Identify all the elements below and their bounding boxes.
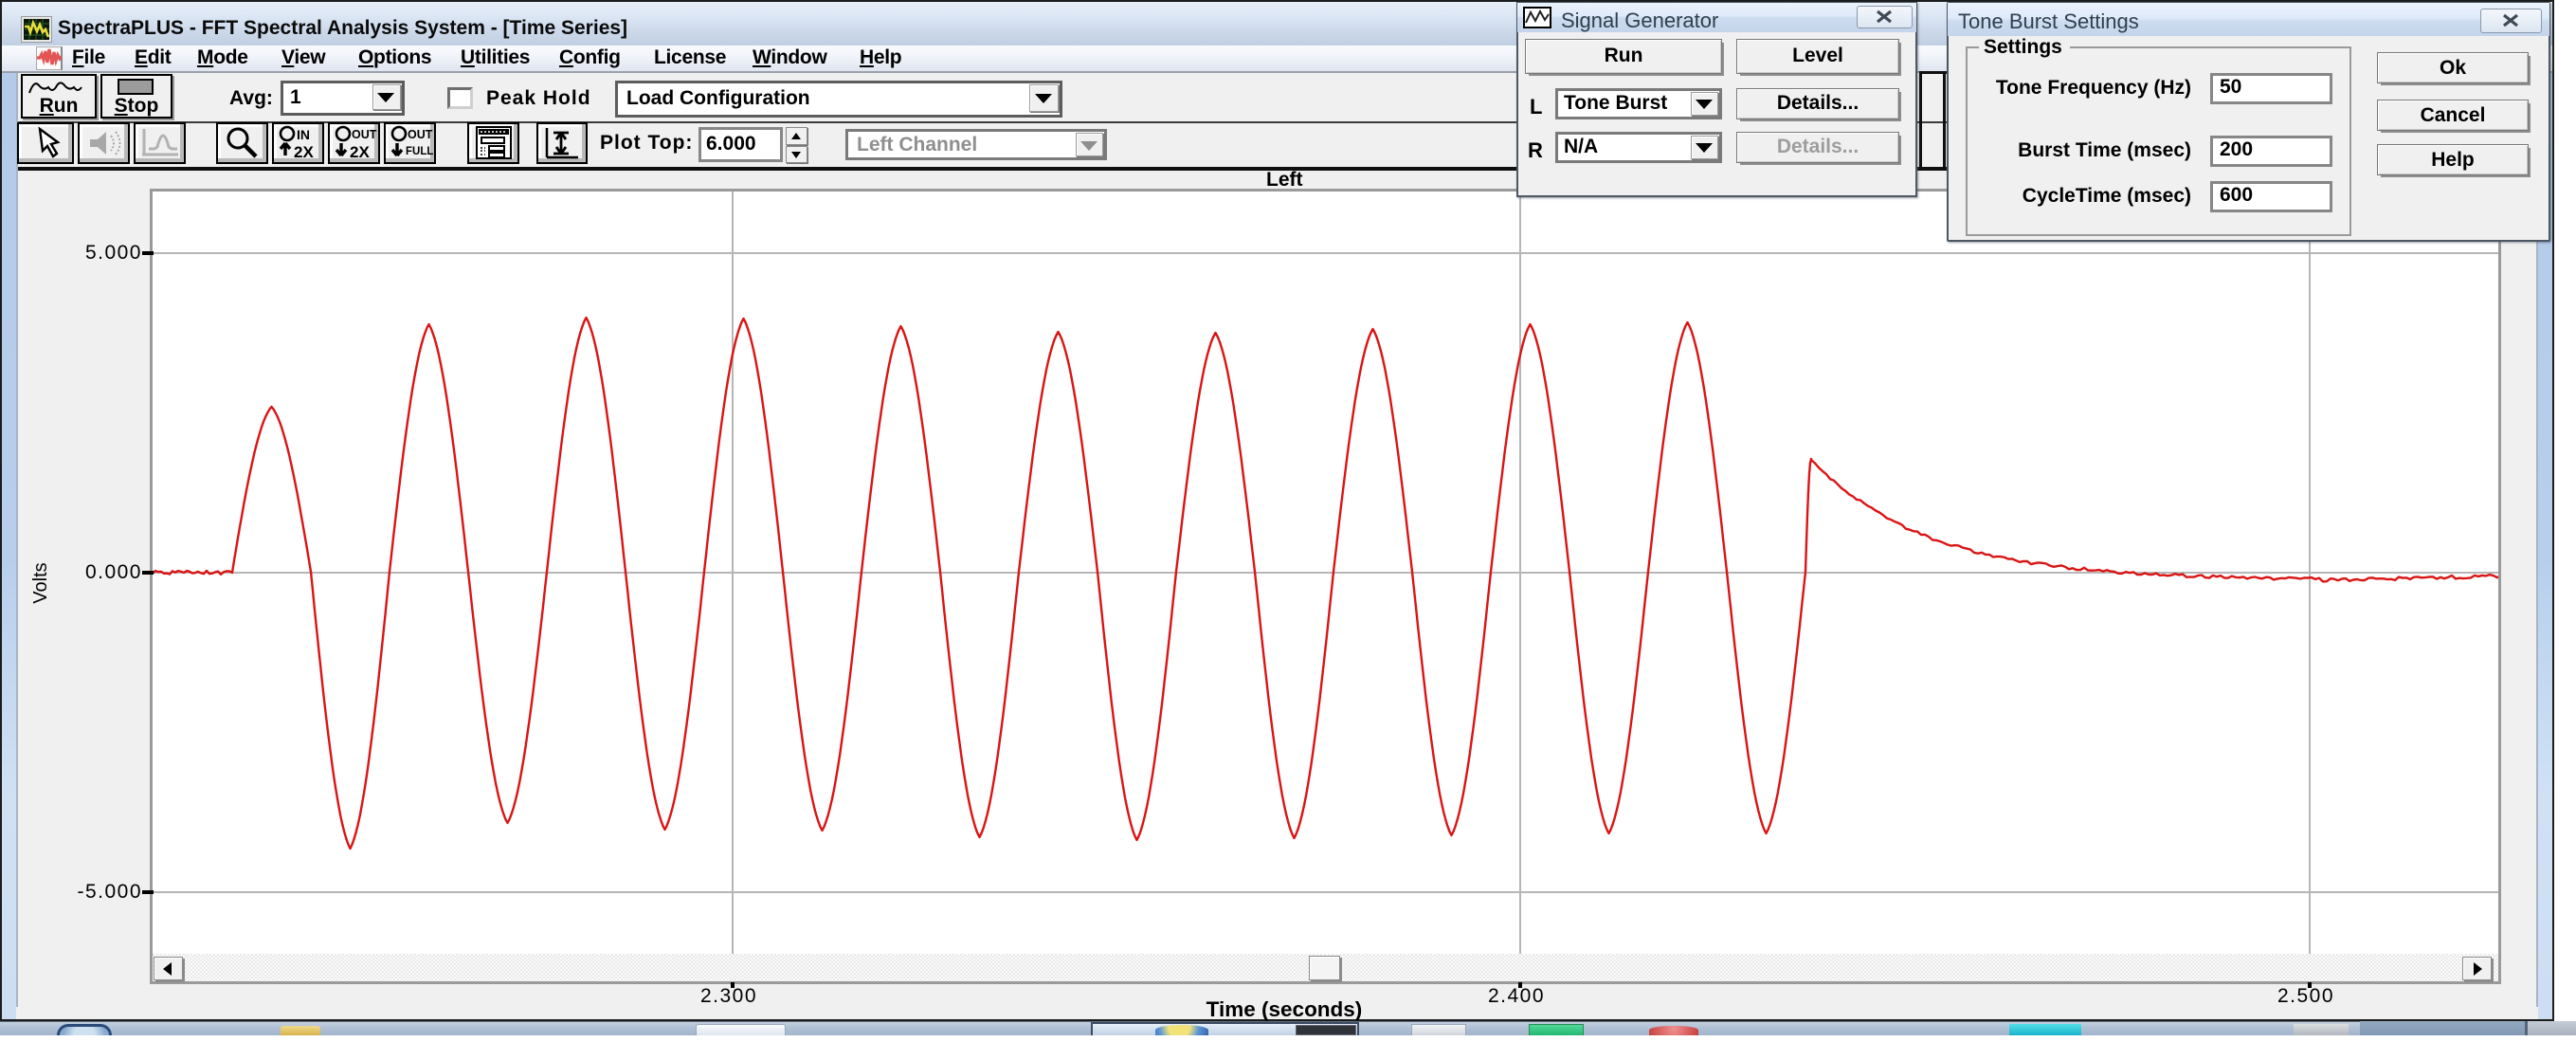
svg-text:OUT: OUT: [408, 128, 433, 141]
svg-text:2X: 2X: [350, 143, 370, 161]
svg-text:IN: IN: [297, 127, 310, 142]
svg-text:2X: 2X: [294, 143, 314, 161]
svg-text:OUT: OUT: [352, 128, 377, 141]
svg-text:FULL: FULL: [406, 146, 433, 157]
